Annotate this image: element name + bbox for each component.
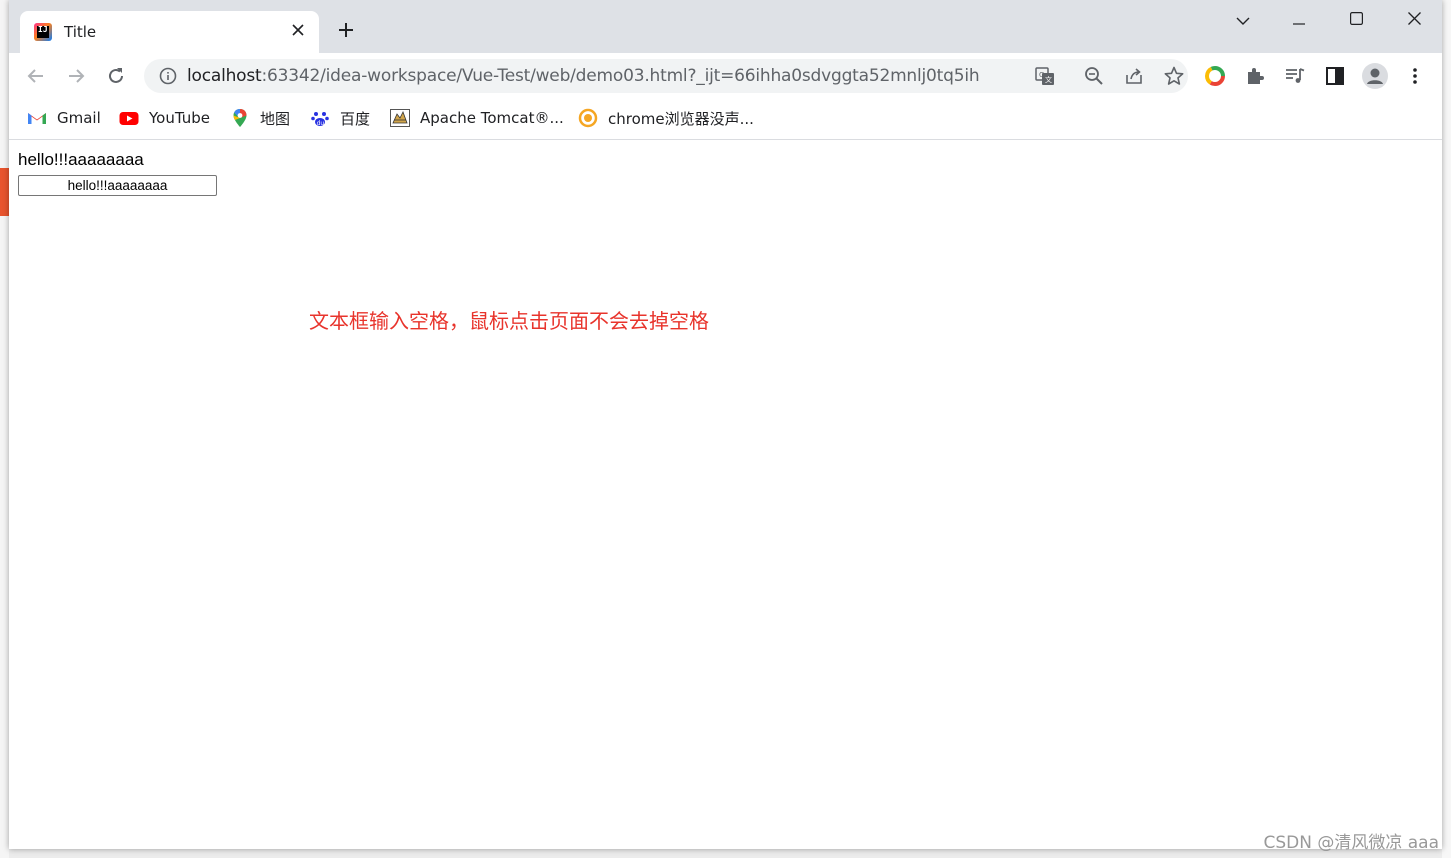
page-content: hello!!!aaaaaaaa 文本框输入空格，鼠标点击页面不会去掉空格 — [9, 140, 1442, 849]
bookmark-label: YouTube — [149, 109, 210, 127]
jetbrains-icon: IJ — [34, 23, 52, 41]
bookmark-maps[interactable]: 地图 — [230, 107, 290, 129]
bookmark-label: 地图 — [260, 109, 291, 128]
bookmark-youtube[interactable]: YouTube — [119, 107, 210, 129]
baidu-icon: du — [310, 108, 330, 128]
url-text[interactable]: localhost:63342/idea-workspace/Vue-Test/… — [187, 66, 980, 86]
chrome-extension-ring-icon[interactable] — [1204, 65, 1226, 87]
message-text: hello!!!aaaaaaaa — [18, 150, 144, 169]
address-bar[interactable]: localhost:63342/idea-workspace/Vue-Test/… — [144, 59, 1188, 93]
site-info-icon[interactable] — [158, 66, 178, 86]
bookmark-label: 百度 — [340, 109, 371, 128]
tab-search-chevron-icon[interactable] — [1227, 6, 1259, 34]
tomcat-icon — [390, 108, 410, 128]
bookmark-gmail[interactable]: Gmail — [27, 107, 101, 129]
url-path: :63342/idea-workspace/Vue-Test/web/demo0… — [261, 66, 980, 86]
bookmark-chrome-fix[interactable]: chrome浏览器没声... — [578, 107, 754, 129]
translate-icon[interactable]: G文 — [1034, 65, 1056, 87]
csdn-watermark: CSDN @清风微凉 aaa — [1263, 833, 1439, 853]
close-window-icon[interactable] — [1398, 6, 1430, 34]
minimize-icon[interactable] — [1283, 6, 1315, 34]
tab-active[interactable]: IJ Title — [20, 11, 319, 53]
maximize-icon[interactable] — [1340, 6, 1372, 34]
bookmark-label: Gmail — [57, 109, 101, 127]
browser-toolbar: localhost:63342/idea-workspace/Vue-Test/… — [9, 53, 1442, 99]
gmail-icon — [27, 108, 47, 128]
bookmark-label: Apache Tomcat®... — [420, 109, 564, 127]
background-left-strip — [0, 0, 9, 858]
tab-title: Title — [64, 23, 97, 41]
browser-window: IJ Title localhost:63342/idea-workspace/… — [9, 0, 1442, 849]
bookmarks-bar: Gmail YouTube 地图 du 百度 Apache Tomcat®... — [9, 99, 1442, 140]
bookmark-label: chrome浏览器没声... — [608, 109, 754, 128]
maps-icon — [230, 108, 250, 128]
background-bottom-fragment — [172, 849, 216, 858]
side-panel-icon[interactable] — [1324, 65, 1346, 87]
forward-arrow-icon[interactable] — [62, 62, 90, 90]
bookmark-star-icon[interactable] — [1163, 65, 1185, 87]
svg-text:du: du — [317, 120, 325, 127]
message-input[interactable] — [18, 175, 217, 196]
tab-strip: IJ Title — [9, 0, 1442, 53]
background-right-strip — [1442, 0, 1451, 858]
chrome-fix-icon — [578, 108, 598, 128]
svg-text:文: 文 — [1045, 75, 1052, 84]
svg-text:G: G — [1039, 71, 1044, 79]
youtube-icon — [119, 108, 139, 128]
back-arrow-icon[interactable] — [22, 62, 50, 90]
menu-kebab-icon[interactable] — [1404, 65, 1426, 87]
new-tab-button[interactable] — [334, 19, 358, 43]
extensions-puzzle-icon[interactable] — [1244, 65, 1266, 87]
tab-close-icon[interactable] — [287, 20, 309, 42]
profile-avatar-icon[interactable] — [1362, 63, 1388, 89]
zoom-icon[interactable] — [1083, 65, 1105, 87]
media-controls-icon[interactable] — [1284, 65, 1306, 87]
background-red-block — [0, 168, 9, 216]
bookmark-baidu[interactable]: du 百度 — [310, 107, 370, 129]
url-host: localhost — [187, 66, 262, 86]
reload-icon[interactable] — [102, 62, 130, 90]
bookmark-tomcat[interactable]: Apache Tomcat®... — [390, 107, 564, 129]
share-icon[interactable] — [1123, 65, 1145, 87]
annotation-note: 文本框输入空格，鼠标点击页面不会去掉空格 — [309, 309, 709, 333]
